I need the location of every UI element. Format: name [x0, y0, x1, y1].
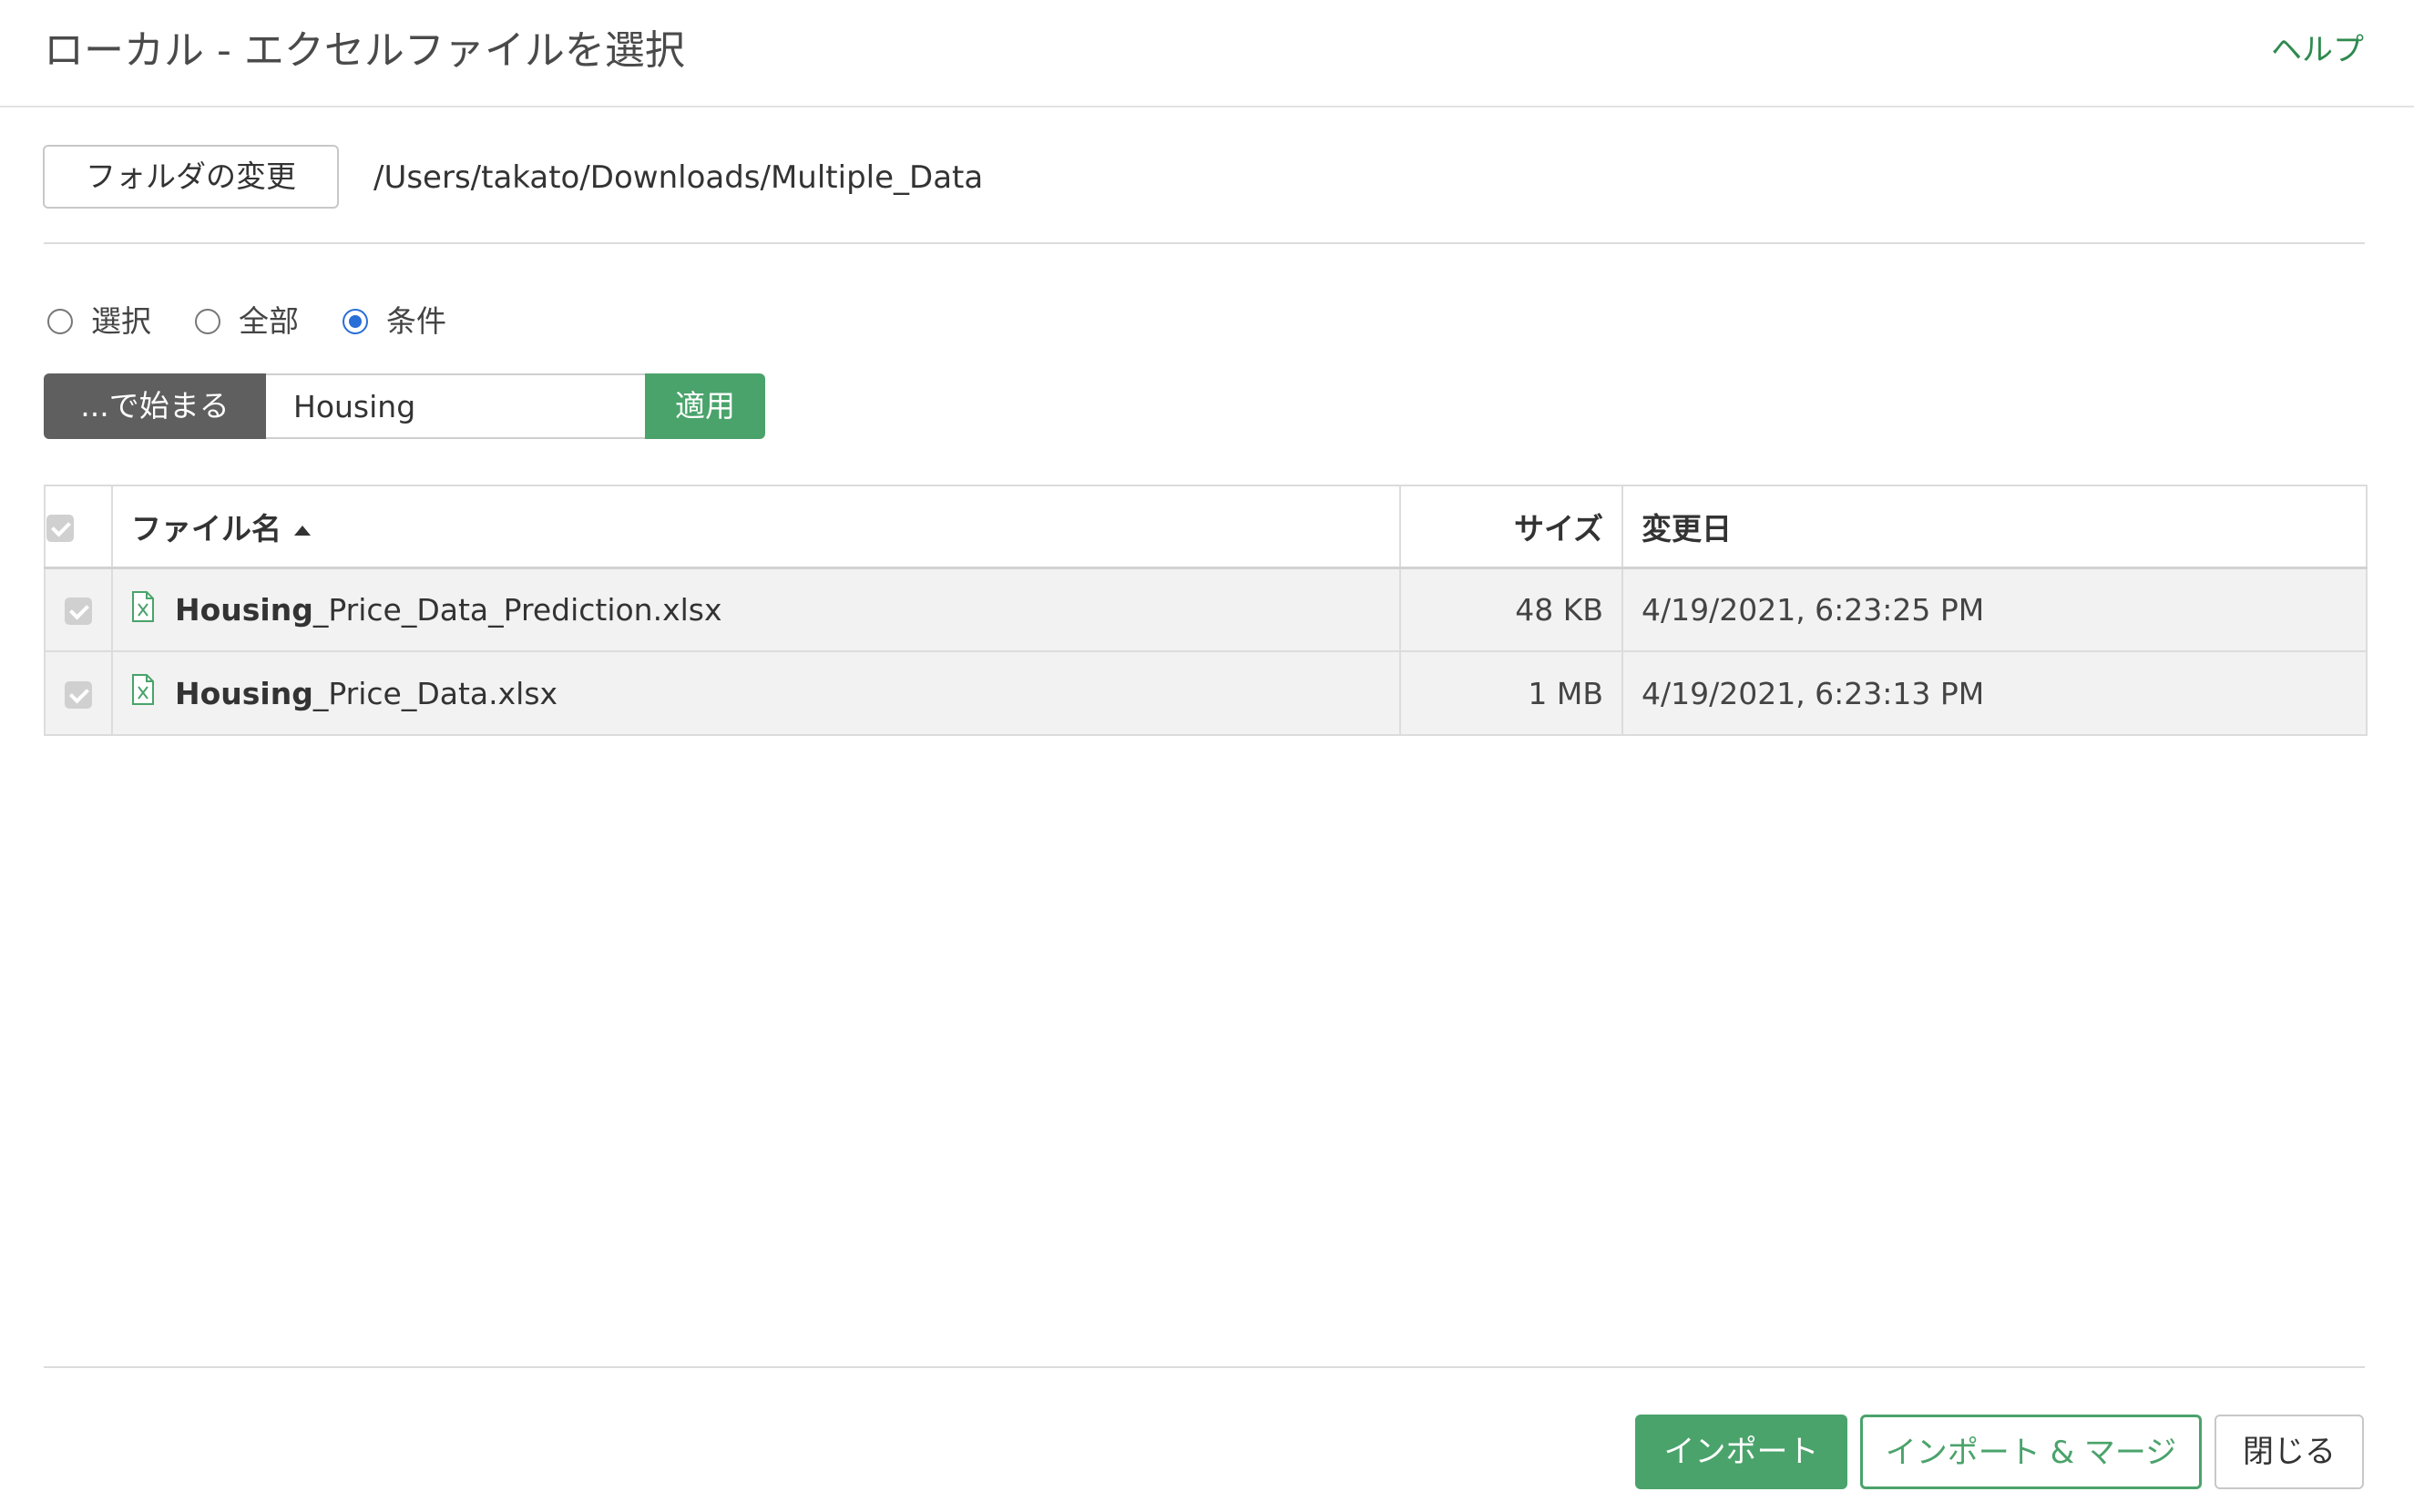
apply-button[interactable]: 適用: [645, 373, 765, 439]
radio-label: 選択: [91, 303, 151, 339]
file-name-rest: _Price_Data_Prediction.xlsx: [312, 592, 722, 628]
file-name-cell: Housing_Price_Data.xlsx: [111, 650, 1401, 736]
file-size: 48 KB: [1515, 591, 1603, 628]
footer-button-group: インポート インポート & マージ 閉じる: [1635, 1415, 2364, 1489]
dialog-header: ローカル - エクセルファイルを選択 ヘルプ: [0, 0, 2414, 107]
excel-file-select-dialog: ローカル - エクセルファイルを選択 ヘルプ フォルダの変更 /Users/ta…: [0, 0, 2414, 1512]
file-name: Housing_Price_Data_Prediction.xlsx: [175, 592, 722, 628]
radio-button-selected[interactable]: [343, 309, 368, 334]
column-header-size-label: サイズ: [1513, 510, 1603, 547]
file-modified-cell: 4/19/2021, 6:23:13 PM: [1621, 650, 2368, 736]
table-header-row: ファイル名 サイズ 変更日: [44, 485, 2368, 569]
column-header-modified-label: 変更日: [1642, 510, 1732, 547]
filter-mode-dropdown[interactable]: ...で始まる: [44, 373, 266, 439]
row-checkbox[interactable]: [65, 598, 92, 626]
column-header-size[interactable]: サイズ: [1399, 485, 1623, 569]
file-modified-cell: 4/19/2021, 6:23:25 PM: [1621, 567, 2368, 652]
radio-button[interactable]: [47, 309, 73, 334]
file-modified: 4/19/2021, 6:23:25 PM: [1642, 591, 1985, 628]
table-row[interactable]: Housing_Price_Data.xlsx 1 MB 4/19/2021, …: [44, 650, 2368, 736]
divider: [44, 242, 2365, 244]
select-all-cell: [44, 485, 113, 569]
row-check-cell: [44, 650, 113, 736]
excel-file-icon: [131, 674, 155, 712]
help-link[interactable]: ヘルプ: [2271, 27, 2364, 73]
file-size-cell: 1 MB: [1399, 650, 1623, 736]
file-name-cell: Housing_Price_Data_Prediction.xlsx: [111, 567, 1401, 652]
change-folder-button[interactable]: フォルダの変更: [43, 145, 339, 209]
filter-bar: ...で始まる 適用: [44, 373, 765, 439]
file-name-match: Housing: [175, 675, 313, 711]
import-button[interactable]: インポート: [1635, 1415, 1847, 1489]
close-button[interactable]: 閉じる: [2215, 1415, 2364, 1489]
dialog-title: ローカル - エクセルファイルを選択: [44, 27, 685, 74]
file-name: Housing_Price_Data.xlsx: [175, 676, 557, 711]
file-name-rest: _Price_Data.xlsx: [312, 675, 558, 711]
select-all-checkbox[interactable]: [46, 514, 74, 542]
filter-input[interactable]: [266, 373, 645, 439]
folder-path: /Users/takato/Downloads/Multiple_Data: [373, 159, 984, 196]
import-merge-button[interactable]: インポート & マージ: [1860, 1415, 2202, 1489]
radio-label: 全部: [239, 303, 299, 339]
column-header-name-label: ファイル名: [131, 510, 281, 547]
excel-file-icon: [131, 590, 155, 629]
file-table: ファイル名 サイズ 変更日 Housing_Price_Data_Predict…: [44, 485, 2368, 736]
file-name-match: Housing: [175, 592, 313, 628]
radio-option-all[interactable]: 全部: [195, 299, 299, 344]
file-modified: 4/19/2021, 6:23:13 PM: [1642, 675, 1985, 711]
divider: [44, 1366, 2365, 1368]
column-header-modified[interactable]: 変更日: [1621, 485, 2368, 569]
file-size-cell: 48 KB: [1399, 567, 1623, 652]
selection-mode-group: 選択 全部 条件: [47, 299, 490, 344]
sort-ascending-icon: [294, 525, 311, 536]
file-size: 1 MB: [1528, 675, 1603, 711]
radio-option-condition[interactable]: 条件: [343, 299, 446, 344]
radio-option-select[interactable]: 選択: [47, 299, 151, 344]
radio-button[interactable]: [195, 309, 220, 334]
radio-label: 条件: [386, 303, 446, 339]
table-row[interactable]: Housing_Price_Data_Prediction.xlsx 48 KB…: [44, 567, 2368, 652]
row-check-cell: [44, 567, 113, 652]
row-checkbox[interactable]: [65, 681, 92, 709]
column-header-name[interactable]: ファイル名: [111, 485, 1401, 569]
